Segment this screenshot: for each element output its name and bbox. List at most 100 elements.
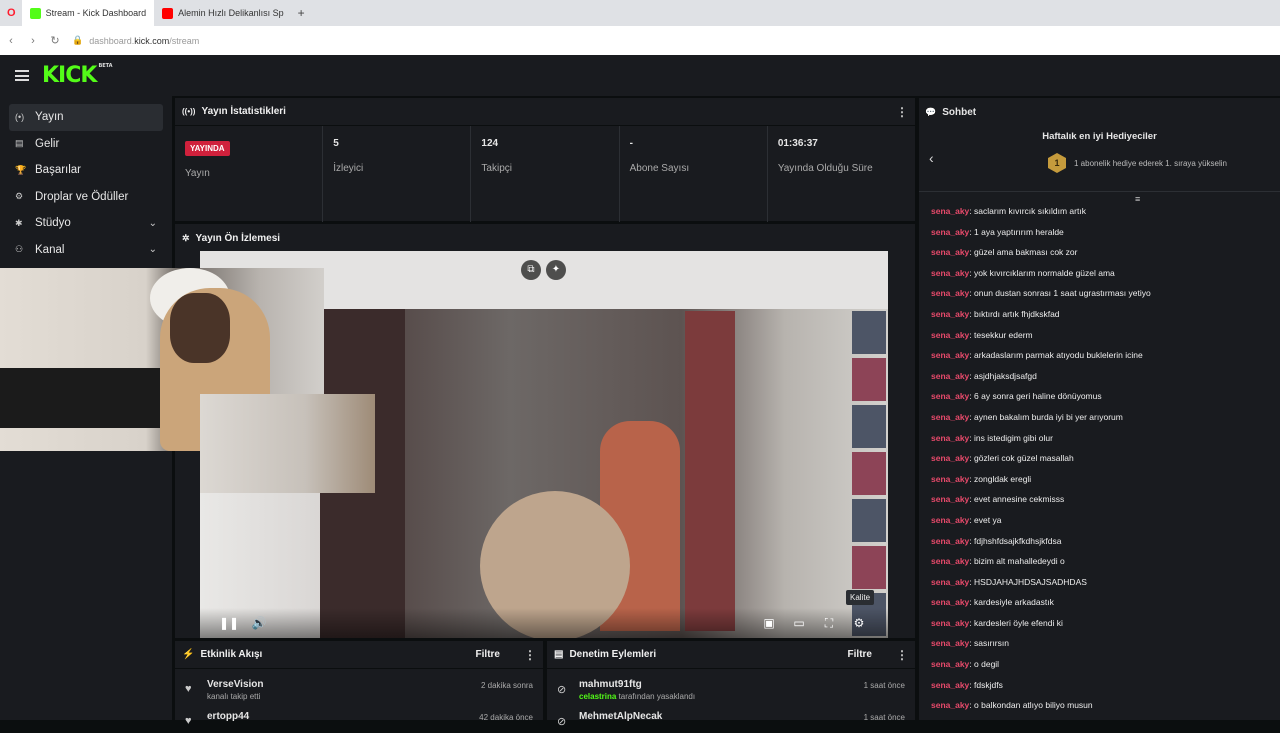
chat-text: : kardesiyle arkadastık xyxy=(969,597,1054,608)
chat-username[interactable]: sena_aky xyxy=(931,494,969,504)
chat-username[interactable]: sena_aky xyxy=(931,268,969,278)
sidebar-item-2[interactable]: 🏆 Başarılar xyxy=(9,157,163,184)
chat-text: : saclarım kıvırcık sıkıldım artık xyxy=(969,206,1086,216)
chat-message: sena_aky: fdskjdfs xyxy=(931,679,1280,700)
chat-username[interactable]: sena_aky xyxy=(931,247,969,257)
moderation-actions-panel: ▤ Denetim Eylemleri Filtre ⋮ ⊘ mahmut91ft… xyxy=(547,641,915,728)
chat-username[interactable]: sena_aky xyxy=(931,433,969,443)
chat-username[interactable]: sena_aky xyxy=(931,700,969,710)
sidebar-item-5[interactable]: ⚇ Kanal ⌄ xyxy=(9,237,163,264)
new-tab-button[interactable]: + xyxy=(298,6,305,20)
chat-username[interactable]: sena_aky xyxy=(931,474,969,484)
filter-button[interactable]: Filtre xyxy=(476,649,500,660)
chat-text: : kardesleri öyle efendi ki xyxy=(969,617,1063,628)
chat-message: sena_aky: bizim alt mahalledeydi o xyxy=(931,555,1280,576)
chat-username[interactable]: sena_aky xyxy=(931,227,969,237)
browser-tab-youtube[interactable]: Alemin Hızlı Delikanlısı Sp xyxy=(154,0,292,26)
chat-username[interactable]: sena_aky xyxy=(931,288,969,298)
browser-tab-kick[interactable]: Stream - Kick Dashboard xyxy=(21,0,155,26)
chat-username[interactable]: sena_aky xyxy=(931,618,969,628)
sidebar-item-label: Stüdyo xyxy=(35,217,71,230)
chat-username[interactable]: sena_aky xyxy=(931,371,969,381)
sidebar-item-3[interactable]: ⚙ Droplar ve Ödüller xyxy=(9,184,163,211)
back-arrow-icon[interactable]: ‹ xyxy=(0,35,22,47)
kick-logo[interactable]: KICK BETA xyxy=(42,63,113,88)
hamburger-menu-icon[interactable] xyxy=(15,68,29,84)
chat-username[interactable]: sena_aky xyxy=(931,330,969,340)
url-path: /stream xyxy=(169,35,200,46)
chat-message: sena_aky: saclarım kıvırcık sıkıldım art… xyxy=(931,205,1280,226)
chevron-down-icon[interactable]: ⌄ xyxy=(149,244,157,255)
sidebar-item-label: Kanal xyxy=(35,243,65,256)
document-icon: ▤ xyxy=(554,649,564,660)
chat-username[interactable]: sena_aky xyxy=(931,597,969,607)
sidebar-item-4[interactable]: ✱ Stüdyo ⌄ xyxy=(9,210,163,237)
clip-icon[interactable]: ✦ xyxy=(546,260,566,280)
chat-username[interactable]: sena_aky xyxy=(931,577,969,587)
chat-message: sena_aky: fdjhshfdsajkfkdhsjkfdsa xyxy=(931,535,1280,556)
theater-mode-icon[interactable]: ▭ xyxy=(784,616,814,630)
chat-message-list: sena_aky: saclarım kıvırcık sıkıldım art… xyxy=(919,192,1280,720)
reload-icon[interactable]: ↻ xyxy=(44,34,66,47)
event-user[interactable]: VerseVision xyxy=(207,679,264,690)
chat-username[interactable]: sena_aky xyxy=(931,556,969,566)
chevron-left-icon[interactable]: ‹ xyxy=(929,150,934,166)
chat-username[interactable]: sena_aky xyxy=(931,412,969,422)
panel-title: Yayın İstatistikleri xyxy=(201,106,286,117)
volume-icon[interactable]: 🔊 xyxy=(244,616,274,630)
moderator-name[interactable]: celastrina xyxy=(579,692,616,701)
chat-message: sena_aky: HSDJAHAJHDSAJSADHDAS xyxy=(931,576,1280,597)
chat-username[interactable]: sena_aky xyxy=(931,309,969,319)
chat-username[interactable]: sena_aky xyxy=(931,536,969,546)
chat-text: : asjdhjaksdjsafgd xyxy=(969,370,1037,381)
more-options-icon[interactable]: ⋮ xyxy=(896,105,908,119)
event-user[interactable]: MehmetAlpNecak xyxy=(579,711,662,722)
fullscreen-icon[interactable]: ⛶ xyxy=(814,616,844,631)
more-options-icon[interactable]: ⋮ xyxy=(896,648,908,662)
more-options-icon[interactable]: ⋮ xyxy=(524,648,536,662)
url-prefix: dashboard. xyxy=(89,35,135,46)
rank-badge: 1 xyxy=(1048,153,1066,173)
forward-arrow-icon[interactable]: › xyxy=(22,35,44,47)
preview-icon: ✲ xyxy=(182,232,190,243)
pip-icon[interactable]: ⧉ xyxy=(521,260,541,280)
studio-icon: ✱ xyxy=(15,217,23,228)
event-user[interactable]: ertopp44 xyxy=(207,711,249,722)
chat-username[interactable]: sena_aky xyxy=(931,206,969,216)
browser-address-bar: ‹ › ↻ 🔒 dashboard.kick.com/stream xyxy=(0,26,1280,55)
browser-tab-title: Stream - Kick Dashboard xyxy=(45,8,147,18)
event-user[interactable]: mahmut91ftg xyxy=(579,679,695,690)
filter-button[interactable]: Filtre xyxy=(848,649,872,660)
chevron-down-icon[interactable]: ⌄ xyxy=(149,218,157,229)
chat-message: sena_aky: 6 ay sonra geri haline dönüyom… xyxy=(931,390,1280,411)
chat-username[interactable]: sena_aky xyxy=(931,453,969,463)
pause-icon[interactable]: ❚❚ xyxy=(214,616,244,630)
sidebar-item-0[interactable]: (•) Yayın xyxy=(9,104,163,131)
stat-label: Yayında Olduğu Süre xyxy=(777,163,873,174)
stat-item: 01:36:37 Yayında Olduğu Süre xyxy=(768,126,915,222)
miniplayer-icon[interactable]: ▣ xyxy=(754,616,784,630)
chat-message: sena_aky: zongldak eregli xyxy=(931,473,1280,494)
chat-message: sena_aky: sasırırsın xyxy=(931,637,1280,658)
chat-username[interactable]: sena_aky xyxy=(931,680,969,690)
chat-username[interactable]: sena_aky xyxy=(931,659,969,669)
stat-item: 5 İzleyici xyxy=(323,126,472,222)
url-field[interactable]: 🔒 dashboard.kick.com/stream xyxy=(72,35,199,46)
gifters-title: Haftalık en iyi Hediyeciler xyxy=(1042,131,1157,142)
chat-message: sena_aky: güzel ama bakması cok zor xyxy=(931,246,1280,267)
chat-username[interactable]: sena_aky xyxy=(931,638,969,648)
collapse-icon[interactable]: ≡ xyxy=(1135,194,1140,204)
settings-gear-icon[interactable]: ⚙ xyxy=(844,616,874,630)
chat-username[interactable]: sena_aky xyxy=(931,391,969,401)
chat-message: sena_aky: aynen bakalım burda iyi bi yer… xyxy=(931,411,1280,432)
stat-item: YAYINDA Yayın xyxy=(175,126,324,222)
ban-icon: ⊘ xyxy=(557,716,567,728)
chat-username[interactable]: sena_aky xyxy=(931,350,969,360)
chat-text: : 1 aya yaptırırım heralde xyxy=(969,226,1064,237)
chat-text: : fdskjdfs xyxy=(969,679,1003,690)
opera-logo-icon[interactable]: O xyxy=(7,7,16,19)
chat-message: sena_aky: yok kıvırcıklarım normalde güz… xyxy=(931,267,1280,288)
heart-icon: ♥ xyxy=(185,715,192,727)
sidebar-item-1[interactable]: ▤ Gelir xyxy=(9,131,163,158)
chat-username[interactable]: sena_aky xyxy=(931,515,969,525)
